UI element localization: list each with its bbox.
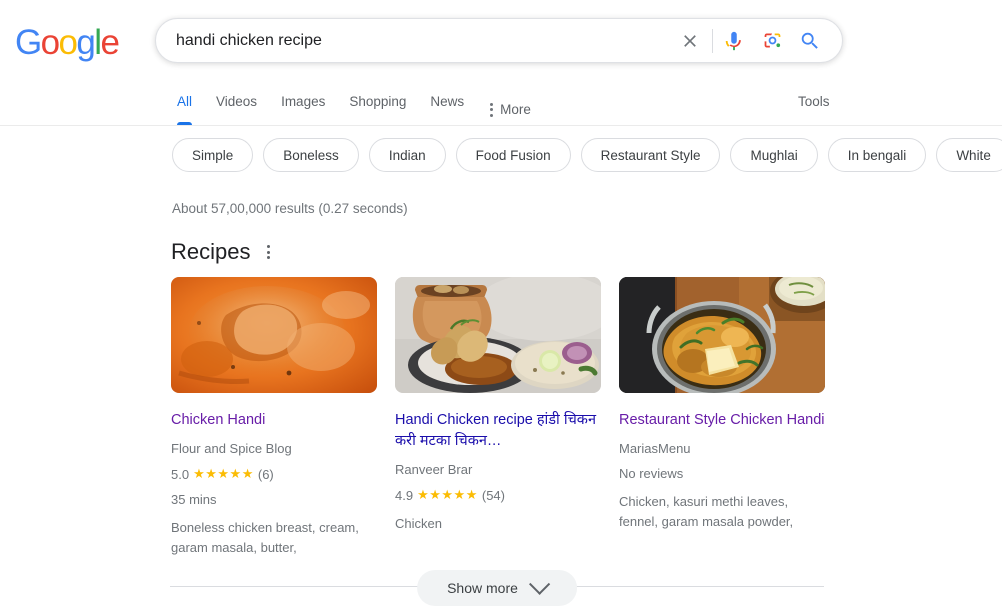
chip-food-fusion[interactable]: Food Fusion: [455, 138, 571, 172]
recipes-header: Recipes: [171, 239, 274, 265]
recipe-rating: 4.9 ★★★★★ (54): [395, 487, 601, 503]
rating-count: No reviews: [619, 466, 684, 481]
chip-indian[interactable]: Indian: [368, 138, 446, 172]
chip-white[interactable]: White: [936, 138, 1002, 172]
logo-letter-o1: o: [40, 23, 60, 62]
search-icon[interactable]: [798, 29, 822, 53]
logo-letter-G: G: [15, 23, 42, 62]
recipe-title[interactable]: Restaurant Style Chicken Handi: [619, 410, 825, 431]
google-lens-icon[interactable]: [760, 29, 784, 53]
rating-stars: ★★★★★: [193, 466, 254, 481]
chip-mughlai[interactable]: Mughlai: [730, 138, 818, 172]
search-input[interactable]: [156, 25, 678, 56]
tab-more[interactable]: More: [476, 79, 543, 125]
tab-shopping[interactable]: Shopping: [337, 79, 418, 125]
tab-more-label: More: [500, 102, 531, 117]
recipe-source: Ranveer Brar: [395, 462, 473, 477]
recipe-card[interactable]: Chicken Handi Flour and Spice Blog 5.0 ★…: [171, 277, 377, 558]
recipe-title[interactable]: Handi Chicken recipe हांडी चिकन करी मटका…: [395, 410, 601, 452]
rating-stars: ★★★★★: [417, 487, 478, 502]
logo-letter-e: e: [100, 23, 119, 62]
recipe-rating: No reviews: [619, 466, 825, 481]
search-bar[interactable]: [155, 18, 843, 63]
show-more-label: Show more: [447, 580, 518, 596]
show-more-button[interactable]: Show more: [417, 570, 577, 606]
tab-videos[interactable]: Videos: [204, 79, 269, 125]
recipe-ingredients: Chicken: [395, 516, 442, 531]
nav-tabs: All Videos Images Shopping News More: [165, 79, 543, 125]
logo-letter-o2: o: [58, 23, 78, 62]
rating-value: 4.9: [395, 487, 414, 503]
chip-simple[interactable]: Simple: [172, 138, 254, 172]
recipe-image-chicken-handi[interactable]: [171, 277, 377, 393]
search-divider: [712, 28, 713, 53]
recipe-title[interactable]: Chicken Handi: [171, 410, 377, 431]
recipe-card[interactable]: Handi Chicken recipe हांडी चिकन करी मटका…: [395, 277, 601, 558]
recipes-overflow-menu-icon[interactable]: [263, 242, 274, 262]
chip-restaurant-style[interactable]: Restaurant Style: [580, 138, 721, 172]
tab-all[interactable]: All: [165, 79, 204, 125]
recipe-time: 35 mins: [171, 492, 217, 507]
microphone-icon[interactable]: [722, 29, 746, 53]
recipe-cards: Chicken Handi Flour and Spice Blog 5.0 ★…: [171, 277, 825, 558]
search-header: Google: [0, 0, 1002, 79]
close-icon[interactable]: [678, 29, 702, 53]
recipe-source: Flour and Spice Blog: [171, 441, 292, 456]
rating-value: 5.0: [171, 466, 190, 482]
rating-count: (6): [257, 466, 274, 482]
tools-button[interactable]: Tools: [798, 94, 830, 109]
kebab-menu-icon: [490, 102, 494, 117]
google-logo[interactable]: Google: [15, 23, 120, 62]
show-more-section: Show more: [170, 570, 824, 606]
recipe-ingredients: Chicken, kasuri methi leaves, fennel, ga…: [619, 494, 794, 529]
logo-letter-g: g: [76, 23, 95, 62]
recipe-source: MariasMenu: [619, 441, 691, 456]
recipe-rating: 5.0 ★★★★★ (6): [171, 466, 377, 482]
recipe-image-restaurant-style[interactable]: [619, 277, 825, 393]
search-nav: All Videos Images Shopping News More Too…: [0, 79, 1002, 126]
recipes-title: Recipes: [171, 239, 251, 264]
chip-in-bengali[interactable]: In bengali: [827, 138, 927, 172]
recipe-card[interactable]: Restaurant Style Chicken Handi MariasMen…: [619, 277, 825, 558]
recipe-image-handi-chicken[interactable]: [395, 277, 601, 393]
chevron-down-icon: [528, 573, 551, 595]
tab-images[interactable]: Images: [269, 79, 337, 125]
chip-boneless[interactable]: Boneless: [263, 138, 359, 172]
recipe-ingredients: Boneless chicken breast, cream, garam ma…: [171, 520, 359, 555]
result-stats: About 57,00,000 results (0.27 seconds): [172, 201, 408, 216]
filter-chips: Simple Boneless Indian Food Fusion Resta…: [172, 138, 1002, 172]
rating-count: (54): [481, 487, 505, 503]
tab-news[interactable]: News: [418, 79, 476, 125]
